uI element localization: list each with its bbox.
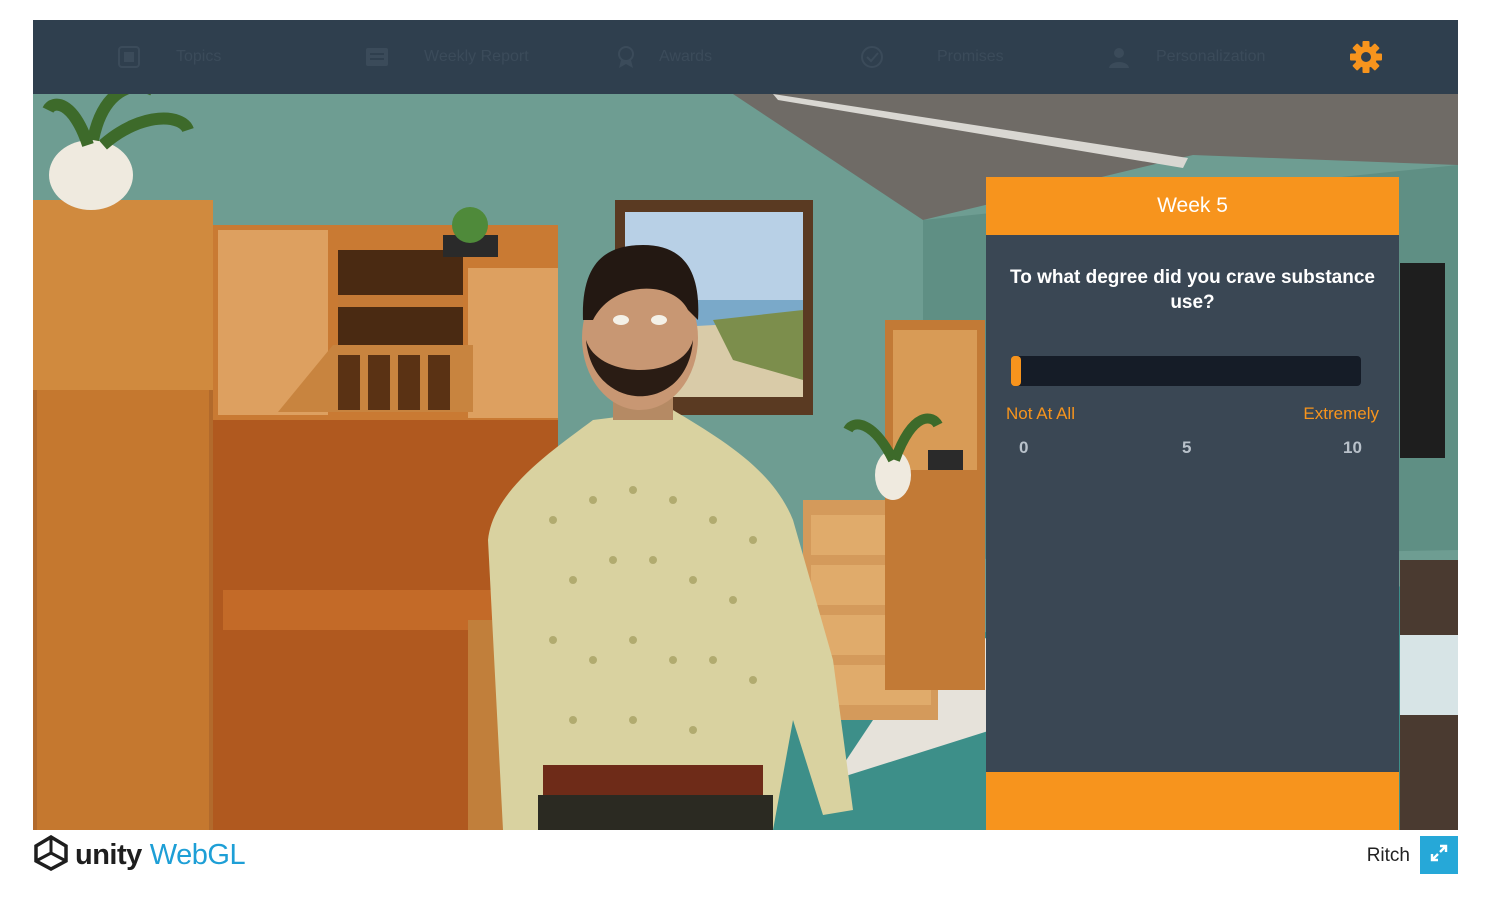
- nav-label-topics: Topics: [176, 48, 222, 65]
- nav-item-awards[interactable]: Awards: [613, 20, 712, 94]
- fullscreen-button[interactable]: [1420, 836, 1458, 874]
- slider-min-label: Not At All: [1006, 404, 1075, 423]
- survey-question: To what degree did you crave substance u…: [1010, 267, 1375, 313]
- survey-footer-bar[interactable]: [986, 772, 1399, 830]
- nav-item-topics[interactable]: Topics: [116, 20, 221, 94]
- webgl-wordmark: WebGL: [149, 838, 246, 871]
- nav-label-promises: Promises: [937, 48, 1004, 65]
- personalization-icon: [1106, 44, 1132, 70]
- top-nav-bar: Topics Weekly Report Awards Promises Per…: [33, 20, 1458, 94]
- craving-slider[interactable]: [1011, 356, 1361, 386]
- fullscreen-icon: [1429, 843, 1449, 868]
- slider-handle[interactable]: [1011, 356, 1021, 386]
- nav-item-promises[interactable]: Promises: [859, 20, 1004, 94]
- survey-panel: Week 5 To what degree did you crave subs…: [986, 177, 1399, 830]
- unity-wordmark: unity: [75, 838, 142, 871]
- topics-icon: [116, 44, 142, 70]
- build-title: Ritch: [1366, 845, 1410, 866]
- slider-tick-0: 0: [1019, 438, 1029, 457]
- gear-icon[interactable]: [1349, 40, 1383, 74]
- unity-webgl-logo: unity WebGL: [33, 834, 246, 876]
- promises-icon: [859, 44, 885, 70]
- slider-tick-10: 10: [1343, 438, 1362, 457]
- game-canvas[interactable]: Topics Weekly Report Awards Promises Per…: [33, 20, 1458, 830]
- unity-cube-icon: [33, 834, 69, 876]
- report-icon: [364, 44, 390, 70]
- nav-label-weekly-report: Weekly Report: [424, 48, 529, 65]
- nav-item-weekly-report[interactable]: Weekly Report: [364, 20, 529, 94]
- survey-title: Week 5: [986, 177, 1399, 235]
- slider-tick-5: 5: [1182, 438, 1192, 457]
- nav-label-personalization: Personalization: [1156, 48, 1266, 65]
- slider-max-label: Extremely: [1303, 404, 1379, 423]
- awards-icon: [613, 44, 639, 70]
- nav-label-awards: Awards: [659, 48, 713, 65]
- nav-item-personalization[interactable]: Personalization: [1106, 20, 1265, 94]
